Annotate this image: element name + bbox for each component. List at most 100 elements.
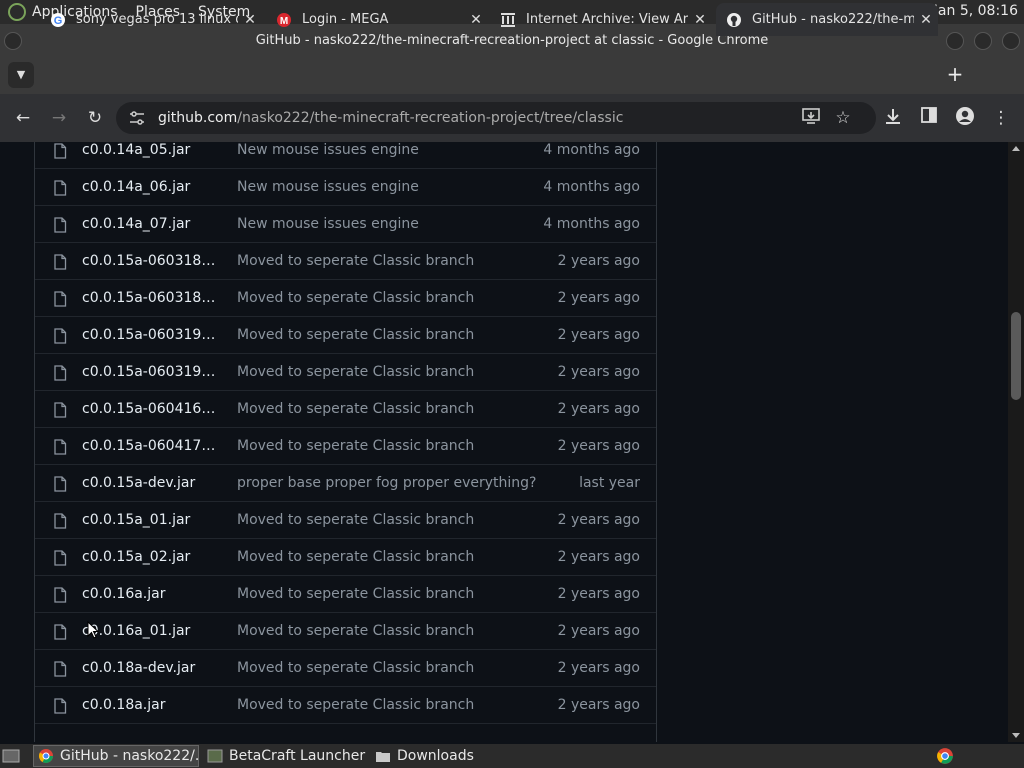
file-name-link[interactable]: c0.0.15a-06031828.jar <box>82 280 222 317</box>
back-button[interactable]: ← <box>11 106 35 130</box>
commit-message-link[interactable]: Moved to seperate Classic branch <box>237 243 474 280</box>
close-tab-icon[interactable]: ✕ <box>464 12 488 28</box>
file-row[interactable]: c0.0.15a-dev.jar proper base proper fog p… <box>35 465 656 502</box>
file-row[interactable]: c0.0.15a_02.jar Moved to seperate Classic… <box>35 539 656 576</box>
file-name-link[interactable]: c0.0.15a-06031816.jar <box>82 243 222 280</box>
os-taskbar: GitHub - nasko222/... BetaCraft Launcher… <box>0 744 1024 768</box>
tray-chrome[interactable] <box>936 745 958 767</box>
file-name-link[interactable]: c0.0.14a_05.jar <box>82 142 222 169</box>
chrome-icon <box>937 748 953 764</box>
commit-age: 2 years ago <box>557 364 640 380</box>
commit-message-link[interactable]: Moved to seperate Classic branch <box>237 650 474 687</box>
minimize-button[interactable] <box>946 32 964 50</box>
show-desktop-button[interactable] <box>2 745 24 767</box>
file-name-link[interactable]: c0.0.15a_01.jar <box>82 502 222 539</box>
file-row[interactable]: c0.0.18a-dev.jar Moved to seperate Classi… <box>35 650 656 687</box>
scroll-down-arrow[interactable] <box>1012 733 1020 738</box>
side-panel-button[interactable] <box>917 106 941 130</box>
close-tab-icon[interactable]: ✕ <box>688 12 712 28</box>
tab-mega[interactable]: M Login - MEGA ✕ <box>266 3 488 36</box>
commit-age: 4 months ago <box>543 142 640 158</box>
file-row[interactable]: c0.0.18a.jar Moved to seperate Classic br… <box>35 687 656 724</box>
file-name-link[interactable]: c0.0.15a-06031900.jar <box>82 317 222 354</box>
file-name-link[interactable]: c0.0.15a-06041703.jar <box>82 428 222 465</box>
taskbar-item-label: BetaCraft Launcher ... <box>229 748 369 764</box>
commit-message-link[interactable]: Moved to seperate Classic branch <box>237 317 474 354</box>
file-name-link[interactable]: c0.0.15a_02.jar <box>82 539 222 576</box>
commit-message-link[interactable]: Moved to seperate Classic branch <box>237 576 474 613</box>
google-icon: G <box>50 12 66 28</box>
window-menu-button[interactable] <box>4 32 22 50</box>
commit-message-link[interactable]: Moved to seperate Classic branch <box>237 354 474 391</box>
tab-internet-archive[interactable]: Internet Archive: View Archive ✕ <box>490 3 712 36</box>
file-name-link[interactable]: c0.0.18a-dev.jar <box>82 650 222 687</box>
download-icon <box>886 109 900 124</box>
commit-message-link[interactable]: Moved to seperate Classic branch <box>237 502 474 539</box>
file-row[interactable]: c0.0.15a-06031816.jar Moved to seperate C… <box>35 243 656 280</box>
file-row[interactable]: c0.0.14a_07.jar New mouse issues engine 4 … <box>35 206 656 243</box>
commit-message-link[interactable]: proper base proper fog proper everything… <box>237 465 536 502</box>
file-row[interactable]: c0.0.15a-06041703.jar Moved to seperate C… <box>35 428 656 465</box>
distro-logo-icon[interactable] <box>8 3 26 21</box>
file-name-link[interactable]: c0.0.16a.jar <box>82 576 222 613</box>
mega-icon: M <box>276 12 292 28</box>
commit-age: 2 years ago <box>557 660 640 676</box>
file-name-link[interactable]: c0.0.15a-dev.jar <box>82 465 222 502</box>
tab-sony-vegas[interactable]: G sony vegas pro 13 linux download ✕ <box>40 3 262 36</box>
taskbar-item-chrome[interactable]: GitHub - nasko222/... <box>33 745 199 767</box>
close-window-button[interactable] <box>1002 32 1020 50</box>
file-row[interactable]: c0.0.15a_01.jar Moved to seperate Classic… <box>35 502 656 539</box>
address-bar[interactable]: github.com/nasko222/the-minecraft-recrea… <box>116 102 876 134</box>
file-icon <box>54 513 67 529</box>
commit-message-link[interactable]: Moved to seperate Classic branch <box>237 391 474 428</box>
commit-message-link[interactable]: New mouse issues engine <box>237 206 419 243</box>
taskbar-item-downloads[interactable]: Downloads <box>371 745 537 767</box>
profile-button[interactable] <box>953 106 977 130</box>
file-row[interactable]: c0.0.15a-06031900.jar Moved to seperate C… <box>35 317 656 354</box>
commit-age: 2 years ago <box>557 253 640 269</box>
file-name-link[interactable]: c0.0.15a-06031950.jar <box>82 354 222 391</box>
install-app-button[interactable] <box>799 106 823 130</box>
chrome-menu-button[interactable]: ⋮ <box>989 106 1013 130</box>
file-row[interactable]: c0.0.16a.jar Moved to seperate Classic br… <box>35 576 656 613</box>
new-tab-button[interactable]: + <box>944 62 966 88</box>
file-icon <box>54 291 67 307</box>
maximize-button[interactable] <box>974 32 992 50</box>
file-row[interactable]: c0.0.14a_05.jar New mouse issues engine 4 … <box>35 142 656 169</box>
commit-message-link[interactable]: New mouse issues engine <box>237 142 419 169</box>
file-row[interactable]: c0.0.15a-06041658.jar Moved to seperate C… <box>35 391 656 428</box>
file-row[interactable]: c0.0.15a-06031950.jar Moved to seperate C… <box>35 354 656 391</box>
reload-button[interactable]: ↻ <box>83 106 107 130</box>
file-row[interactable]: c0.0.14a_06.jar New mouse issues engine 4 … <box>35 169 656 206</box>
file-name-link[interactable]: c0.0.16a_01.jar <box>82 613 222 650</box>
commit-message-link[interactable]: New mouse issues engine <box>237 169 419 206</box>
file-name-link[interactable]: c0.0.14a_07.jar <box>82 206 222 243</box>
tab-label: Login - MEGA <box>302 12 389 27</box>
commit-message-link[interactable]: Moved to seperate Classic branch <box>237 539 474 576</box>
commit-age: 2 years ago <box>557 401 640 417</box>
file-name-link[interactable]: c0.0.18a.jar <box>82 687 222 724</box>
arrow-right-icon: → <box>51 108 67 128</box>
file-name-link[interactable]: c0.0.14a_06.jar <box>82 169 222 206</box>
site-info-icon[interactable] <box>128 109 146 127</box>
close-tab-icon[interactable]: ✕ <box>914 12 938 28</box>
commit-message-link[interactable]: Moved to seperate Classic branch <box>237 613 474 650</box>
forward-button[interactable]: → <box>47 106 71 130</box>
tab-github[interactable]: GitHub - nasko222/the-minecraft-recreati… <box>716 3 938 36</box>
commit-message-link[interactable]: Moved to seperate Classic branch <box>237 428 474 465</box>
page-scrollbar[interactable] <box>1008 142 1024 742</box>
downloads-button[interactable] <box>881 106 905 130</box>
file-row[interactable]: c0.0.16a_01.jar Moved to seperate Classic… <box>35 613 656 650</box>
taskbar-item-betacraft[interactable]: BetaCraft Launcher ... <box>203 745 369 767</box>
bookmark-button[interactable]: ☆ <box>831 106 855 130</box>
file-icon <box>54 180 67 196</box>
scroll-up-arrow[interactable] <box>1012 146 1020 151</box>
scroll-thumb[interactable] <box>1011 312 1021 400</box>
file-row[interactable]: c0.0.15a-06031828.jar Moved to seperate C… <box>35 280 656 317</box>
close-tab-icon[interactable]: ✕ <box>238 12 262 28</box>
commit-message-link[interactable]: Moved to seperate Classic branch <box>237 687 474 724</box>
file-name-link[interactable]: c0.0.15a-06041658.jar <box>82 391 222 428</box>
tab-search-button[interactable]: ▼ <box>8 62 34 88</box>
url-text[interactable]: github.com/nasko222/the-minecraft-recrea… <box>158 102 623 134</box>
commit-message-link[interactable]: Moved to seperate Classic branch <box>237 280 474 317</box>
